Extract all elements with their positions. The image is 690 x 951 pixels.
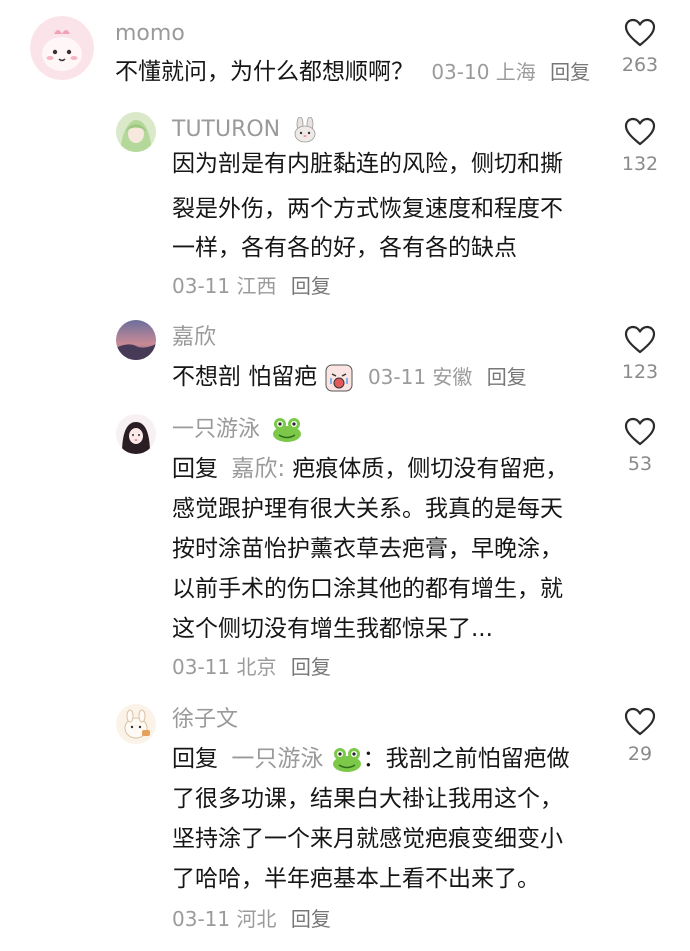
comment-line-text: ：我剖之前怕留疤做 [362, 746, 570, 772]
comment-date: 03-11 [367, 365, 427, 389]
comment-date: 03-10 [431, 60, 490, 84]
avatar[interactable] [116, 704, 156, 744]
frog-emoji-icon [273, 418, 302, 442]
avatar[interactable] [30, 16, 94, 80]
comment-line: 坚持涂了一个来月就感觉疤痕变细变小 [172, 826, 563, 852]
username[interactable]: 嘉欣 [172, 323, 216, 353]
comment-line: 以前手术的伤口涂其他的都有增生，就 [172, 576, 563, 602]
reply-target-user[interactable]: 嘉欣: [231, 456, 285, 482]
comment-line: 回复 嘉欣: 疤痕体质，侧切没有留疤， [172, 450, 568, 489]
comment-meta: 03-11 北京 回复 [172, 653, 331, 681]
comment-location: 北京 [236, 655, 277, 679]
avatar[interactable] [116, 414, 156, 454]
heart-icon [624, 417, 656, 446]
comment-line-text: 疤痕体质，侧切没有留疤， [285, 456, 569, 482]
avatar[interactable] [116, 112, 156, 152]
like-count: 132 [621, 153, 659, 175]
username-text: 一只游泳 [172, 417, 261, 442]
like-button[interactable]: 123 [610, 325, 670, 383]
comment-date: 03-11 [172, 907, 231, 931]
reply-target-user[interactable]: 一只游泳 [231, 746, 323, 772]
comment-date: 03-11 [172, 274, 231, 298]
username[interactable]: momo [115, 19, 185, 49]
comment-meta: 03-11 江西 回复 [172, 272, 331, 300]
crying-emoji-icon [325, 364, 353, 391]
comment-line: 感觉跟护理有很大关系。我真的是每天 [172, 496, 563, 522]
reply-prefix: 回复 [172, 746, 218, 772]
reply-button[interactable]: 回复 [291, 655, 331, 679]
username[interactable]: 徐子文 [172, 705, 238, 735]
frog-emoji-icon [332, 747, 361, 772]
like-count: 123 [621, 361, 659, 383]
reply-button[interactable]: 回复 [550, 60, 590, 84]
like-button[interactable]: 263 [610, 18, 670, 76]
reply-prefix: 回复 [172, 456, 218, 482]
like-count: 29 [627, 743, 653, 765]
comment-location: 河北 [236, 907, 277, 931]
comment-location: 安徽 [432, 365, 473, 389]
comment-meta: 03-11 河北 回复 [172, 905, 331, 933]
comment-line: 裂是外伤，两个方式恢复速度和程度不 [172, 196, 563, 222]
like-button[interactable]: 53 [610, 417, 670, 475]
like-button[interactable]: 132 [610, 117, 670, 175]
comment-text: 不想剖 怕留疤 03-11 安徽 回复 [172, 358, 527, 397]
like-count: 263 [621, 54, 659, 76]
comment-text: 不懂就问，为什么都想顺啊？ 03-10 上海 回复 [115, 53, 590, 92]
comment-line: 不想剖 怕留疤 [172, 364, 318, 390]
comment-location: 上海 [495, 60, 536, 84]
heart-icon [624, 18, 656, 47]
comment-line: 了哈哈，半年疤基本上看不出来了。 [172, 866, 540, 892]
username[interactable]: 一只游泳 [172, 415, 303, 445]
rabbit-emoji-icon [294, 117, 316, 143]
comment-line: 一样，各有各的好，各有各的缺点 [172, 235, 517, 261]
reply-button[interactable]: 回复 [291, 907, 331, 931]
reply-button[interactable]: 回复 [291, 274, 331, 298]
username[interactable]: TUTURON [172, 115, 319, 145]
heart-icon [624, 117, 656, 146]
comment-line: 因为剖是有内脏黏连的风险，侧切和撕 [172, 151, 563, 177]
comment-meta: 03-10 上海 回复 [431, 60, 590, 84]
comment-line: 这个侧切没有增生我都惊呆了... [172, 616, 493, 642]
comment-date: 03-11 [172, 655, 231, 679]
like-count: 53 [627, 453, 653, 475]
comment-line: 按时涂苗怡护薰衣草去疤膏，早晚涂， [172, 536, 563, 562]
like-button[interactable]: 29 [610, 707, 670, 765]
heart-icon [624, 325, 656, 354]
username-text: TUTURON [172, 117, 281, 142]
reply-button[interactable]: 回复 [487, 365, 527, 389]
comment-location: 江西 [236, 274, 277, 298]
heart-icon [624, 707, 656, 736]
comment-line: 回复 一只游泳 ：我剖之前怕留疤做 [172, 740, 570, 779]
comment-line: 不懂就问，为什么都想顺啊？ [115, 59, 414, 85]
avatar[interactable] [116, 320, 156, 360]
comment-line: 了很多功课，结果白大褂让我用这个， [172, 786, 563, 812]
comment-meta: 03-11 安徽 回复 [368, 365, 527, 389]
